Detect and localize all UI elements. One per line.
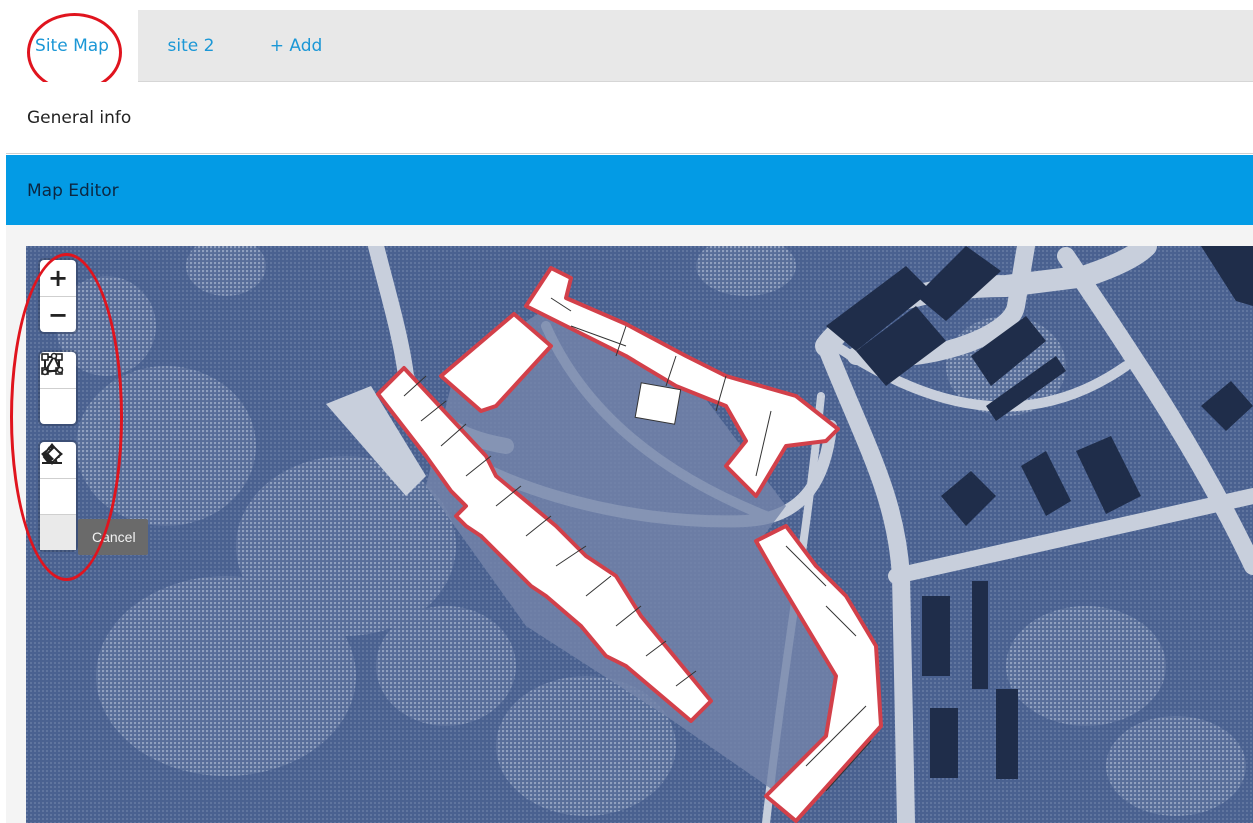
- move-icon[interactable]: [40, 443, 76, 514]
- map-editor-header[interactable]: Map Editor: [6, 155, 1253, 225]
- draw-polygon-icon[interactable]: [40, 352, 76, 424]
- tab-site-map[interactable]: Site Map: [6, 10, 138, 83]
- cancel-tooltip[interactable]: Cancel: [78, 519, 148, 555]
- general-info-header[interactable]: General info: [6, 82, 1253, 154]
- zoom-in-button[interactable]: +: [40, 260, 76, 296]
- tab-site-2[interactable]: site 2: [151, 10, 231, 82]
- map-drawing: [26, 246, 1253, 823]
- draw-controls: [40, 352, 76, 424]
- edit-controls: [40, 442, 76, 550]
- zoom-out-button[interactable]: −: [40, 296, 76, 332]
- zoom-controls: + −: [40, 260, 76, 332]
- eraser-icon[interactable]: [40, 445, 76, 550]
- site-map-canvas[interactable]: + − Cancel: [26, 246, 1253, 823]
- courtyard-structure: [634, 382, 682, 425]
- tab-add[interactable]: + Add: [261, 10, 331, 82]
- tab-bar: Site Map site 2 + Add: [6, 10, 1253, 83]
